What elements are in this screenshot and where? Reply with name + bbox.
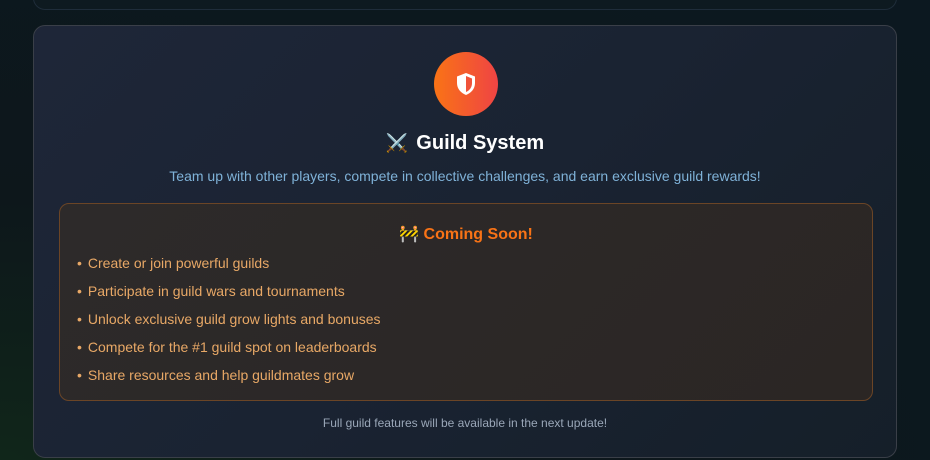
guild-badge [434, 52, 498, 116]
previous-card [33, 0, 897, 10]
section-title: ⚔️ Guild System [385, 132, 545, 154]
shield-icon [457, 73, 475, 95]
guild-system-card: ⚔️ Guild System Team up with other player… [33, 25, 897, 458]
construction-icon: 🚧 [399, 226, 420, 243]
feature-list: Create or join powerful guilds Participa… [77, 252, 381, 392]
list-item: Compete for the #1 guild spot on leaderb… [77, 336, 381, 364]
coming-soon-heading: 🚧 Coming Soon! [399, 226, 533, 243]
coming-soon-box: 🚧 Coming Soon! Create or join powerful g… [59, 203, 873, 401]
list-item: Participate in guild wars and tournament… [77, 280, 381, 308]
crossed-swords-icon: ⚔️ [385, 133, 409, 153]
footer-note: Full guild features will be available in… [322, 416, 608, 430]
section-subtitle: Team up with other players, compete in c… [169, 168, 761, 184]
list-item: Create or join powerful guilds [77, 252, 381, 280]
list-item: Unlock exclusive guild grow lights and b… [77, 308, 381, 336]
list-item: Share resources and help guildmates grow [77, 364, 381, 392]
